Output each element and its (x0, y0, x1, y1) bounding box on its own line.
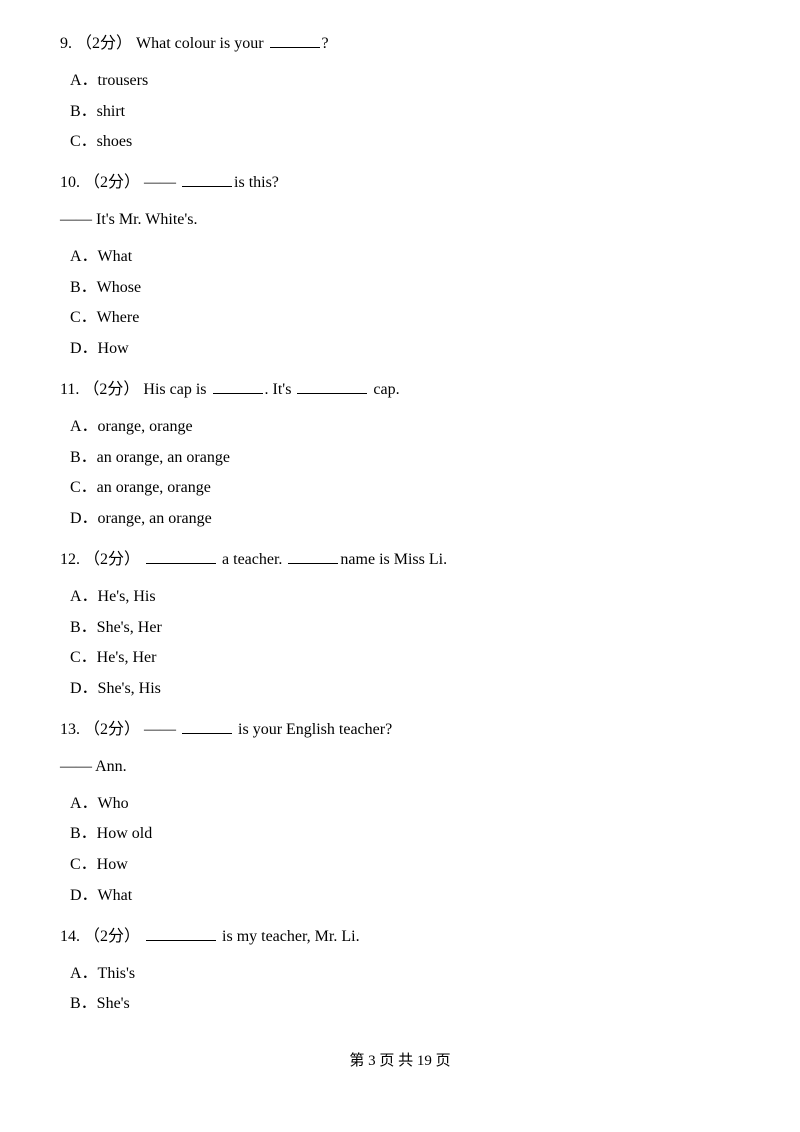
q12-option-b: B．She's, Her (60, 614, 740, 643)
q11-text2: . It's (265, 381, 296, 398)
q13-number: 13. (60, 721, 80, 738)
q14-number: 14. (60, 928, 80, 945)
q10-number: 10. (60, 174, 80, 191)
question-11-stem: 11. （2分） His cap is . It's cap. (60, 376, 740, 405)
q13-option-c: C．How (60, 851, 740, 880)
page-footer: 第 3 页 共 19 页 (60, 1049, 740, 1070)
q10-option-c: C．Where (60, 304, 740, 333)
q14-option-a: A．This's (60, 960, 740, 989)
q13-text1: —— (144, 721, 180, 738)
q13-gap (182, 733, 232, 734)
q12-gap2 (288, 563, 338, 564)
q10-text1: —— (144, 174, 180, 191)
q12-gap1 (146, 563, 216, 564)
q11-score: （2分） (83, 381, 139, 398)
q12-option-c: C．He's, Her (60, 644, 740, 673)
q11-option-d: D．orange, an orange (60, 505, 740, 534)
question-9-stem: 9. （2分） What colour is your ? (60, 30, 740, 59)
question-13-stem2: —— Ann. (60, 753, 740, 782)
q11-gap1 (213, 393, 263, 394)
q9-gap (270, 47, 320, 48)
q12-text2: name is Miss Li. (340, 551, 447, 568)
q10-gap (182, 186, 232, 187)
q9-text2: ? (322, 35, 329, 52)
question-11: 11. （2分） His cap is . It's cap. A．orange… (60, 376, 740, 534)
q9-text1: What colour is your (136, 35, 268, 52)
q10-option-b: B．Whose (60, 274, 740, 303)
q11-option-c: C．an orange, orange (60, 474, 740, 503)
q13-option-a: A．Who (60, 790, 740, 819)
q11-gap2 (297, 393, 367, 394)
q9-score: （2分） (76, 35, 132, 52)
q9-option-c: C．shoes (60, 128, 740, 157)
question-10: 10. （2分） —— is this? —— It's Mr. White's… (60, 169, 740, 364)
q13-option-d: D．What (60, 882, 740, 911)
q10-answer-lead: —— It's Mr. White's. (60, 211, 197, 228)
question-14-stem: 14. （2分） is my teacher, Mr. Li. (60, 923, 740, 952)
q11-number: 11. (60, 381, 79, 398)
q10-option-a: A．What (60, 243, 740, 272)
q14-option-b: B．She's (60, 990, 740, 1019)
q11-option-a: A．orange, orange (60, 413, 740, 442)
question-10-stem: 10. （2分） —— is this? (60, 169, 740, 198)
footer-text: 第 3 页 共 19 页 (349, 1053, 450, 1069)
q10-score: （2分） (84, 174, 140, 191)
q10-option-d: D．How (60, 335, 740, 364)
q12-score: （2分） (84, 551, 140, 568)
q13-score: （2分） (84, 721, 140, 738)
q14-gap (146, 940, 216, 941)
q14-text1: is my teacher, Mr. Li. (218, 928, 360, 945)
question-12: 12. （2分） a teacher. name is Miss Li. A．H… (60, 546, 740, 704)
q12-option-d: D．She's, His (60, 675, 740, 704)
question-13-stem: 13. （2分） —— is your English teacher? (60, 716, 740, 745)
q12-number: 12. (60, 551, 80, 568)
q11-text3: cap. (369, 381, 399, 398)
q12-text1: a teacher. (218, 551, 286, 568)
q13-text2: is your English teacher? (234, 721, 392, 738)
q9-option-a: A．trousers (60, 67, 740, 96)
q12-option-a: A．He's, His (60, 583, 740, 612)
q10-text2: is this? (234, 174, 279, 191)
question-14: 14. （2分） is my teacher, Mr. Li. A．This's… (60, 923, 740, 1019)
question-9: 9. （2分） What colour is your ? A．trousers… (60, 30, 740, 157)
q9-number: 9. (60, 35, 72, 52)
question-13: 13. （2分） —— is your English teacher? —— … (60, 716, 740, 911)
question-10-stem2: —— It's Mr. White's. (60, 206, 740, 235)
q13-option-b: B．How old (60, 820, 740, 849)
q9-option-b: B．shirt (60, 98, 740, 127)
q11-option-b: B．an orange, an orange (60, 444, 740, 473)
q11-text1: His cap is (143, 381, 210, 398)
q13-answer-lead: —— Ann. (60, 758, 127, 775)
q14-score: （2分） (84, 928, 140, 945)
question-12-stem: 12. （2分） a teacher. name is Miss Li. (60, 546, 740, 575)
